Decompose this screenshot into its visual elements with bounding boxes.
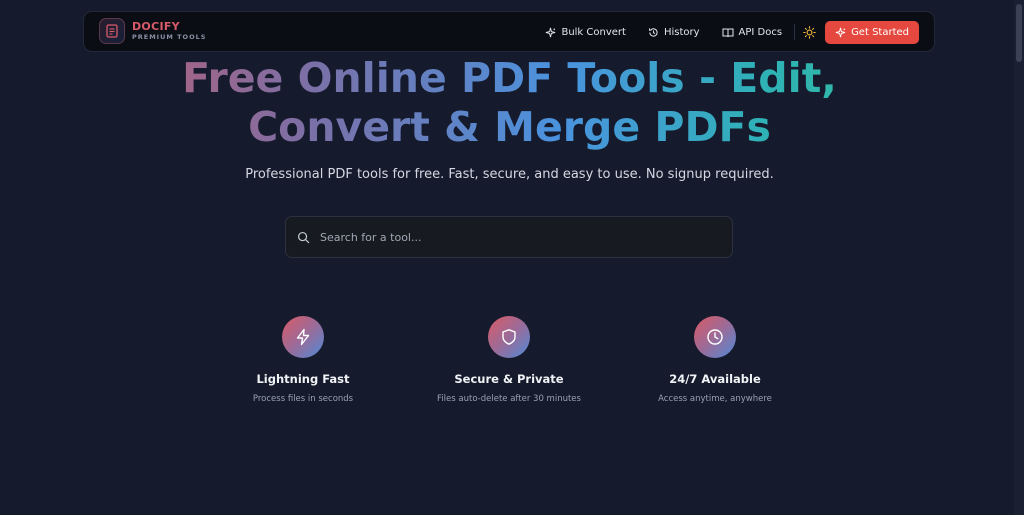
search-icon bbox=[297, 231, 310, 243]
nav-bulk-convert[interactable]: Bulk Convert bbox=[545, 27, 626, 38]
feature-description: Files auto-delete after 30 minutes bbox=[437, 394, 581, 404]
page-subtitle: Professional PDF tools for free. Fast, s… bbox=[245, 167, 774, 182]
clock-icon bbox=[707, 329, 723, 345]
page: DOCIFY PREMIUM TOOLS Bulk Convert Histor… bbox=[0, 0, 1024, 515]
sparkles-icon bbox=[835, 27, 846, 37]
feature-title: 24/7 Available bbox=[669, 372, 761, 386]
theme-toggle-button[interactable] bbox=[803, 25, 816, 39]
navbar: DOCIFY PREMIUM TOOLS Bulk Convert Histor… bbox=[83, 11, 935, 52]
nav-divider bbox=[794, 24, 796, 40]
brand-name: DOCIFY bbox=[132, 20, 180, 34]
book-icon bbox=[722, 28, 734, 37]
get-started-button[interactable]: Get Started bbox=[825, 20, 919, 44]
feature-icon-circle bbox=[694, 316, 736, 358]
history-icon bbox=[648, 27, 658, 37]
lightning-icon bbox=[296, 328, 310, 346]
nav-api-docs[interactable]: API Docs bbox=[722, 26, 783, 38]
logo-icon bbox=[99, 18, 125, 44]
feature-secure-private: Secure & Private Files auto-delete after… bbox=[409, 316, 609, 404]
nav-history[interactable]: History bbox=[648, 27, 700, 38]
shield-icon bbox=[502, 329, 516, 345]
page-title: Free Online PDF Tools - Edit, Convert & … bbox=[0, 54, 1019, 152]
brand-tagline: PREMIUM TOOLS bbox=[132, 33, 207, 42]
nav-history-label: History bbox=[663, 26, 700, 38]
search-input[interactable] bbox=[318, 229, 732, 245]
page-title-line2: Convert & Merge PDFs bbox=[248, 103, 771, 151]
brand[interactable]: DOCIFY PREMIUM TOOLS bbox=[99, 18, 206, 44]
nav-links: Bulk Convert History API Docs Get Starte… bbox=[545, 20, 919, 44]
feature-title: Secure & Private bbox=[454, 372, 564, 386]
search-bar[interactable] bbox=[285, 216, 733, 258]
nav-bulk-convert-label: Bulk Convert bbox=[561, 26, 626, 38]
sun-icon bbox=[803, 25, 816, 39]
feature-description: Process files in seconds bbox=[252, 394, 354, 404]
get-started-label: Get Started bbox=[851, 26, 909, 38]
page-title-line1: Free Online PDF Tools - Edit, bbox=[182, 54, 837, 102]
feature-lightning-fast: Lightning Fast Process files in seconds bbox=[203, 316, 403, 404]
feature-icon-circle bbox=[488, 316, 530, 358]
sparkles-icon bbox=[546, 27, 556, 37]
nav-api-docs-label: API Docs bbox=[738, 26, 783, 38]
feature-icon-circle bbox=[282, 316, 324, 358]
feature-always-available: 24/7 Available Access anytime, anywhere bbox=[615, 316, 815, 404]
feature-title: Lightning Fast bbox=[256, 372, 350, 386]
feature-description: Access anytime, anywhere bbox=[658, 394, 772, 404]
